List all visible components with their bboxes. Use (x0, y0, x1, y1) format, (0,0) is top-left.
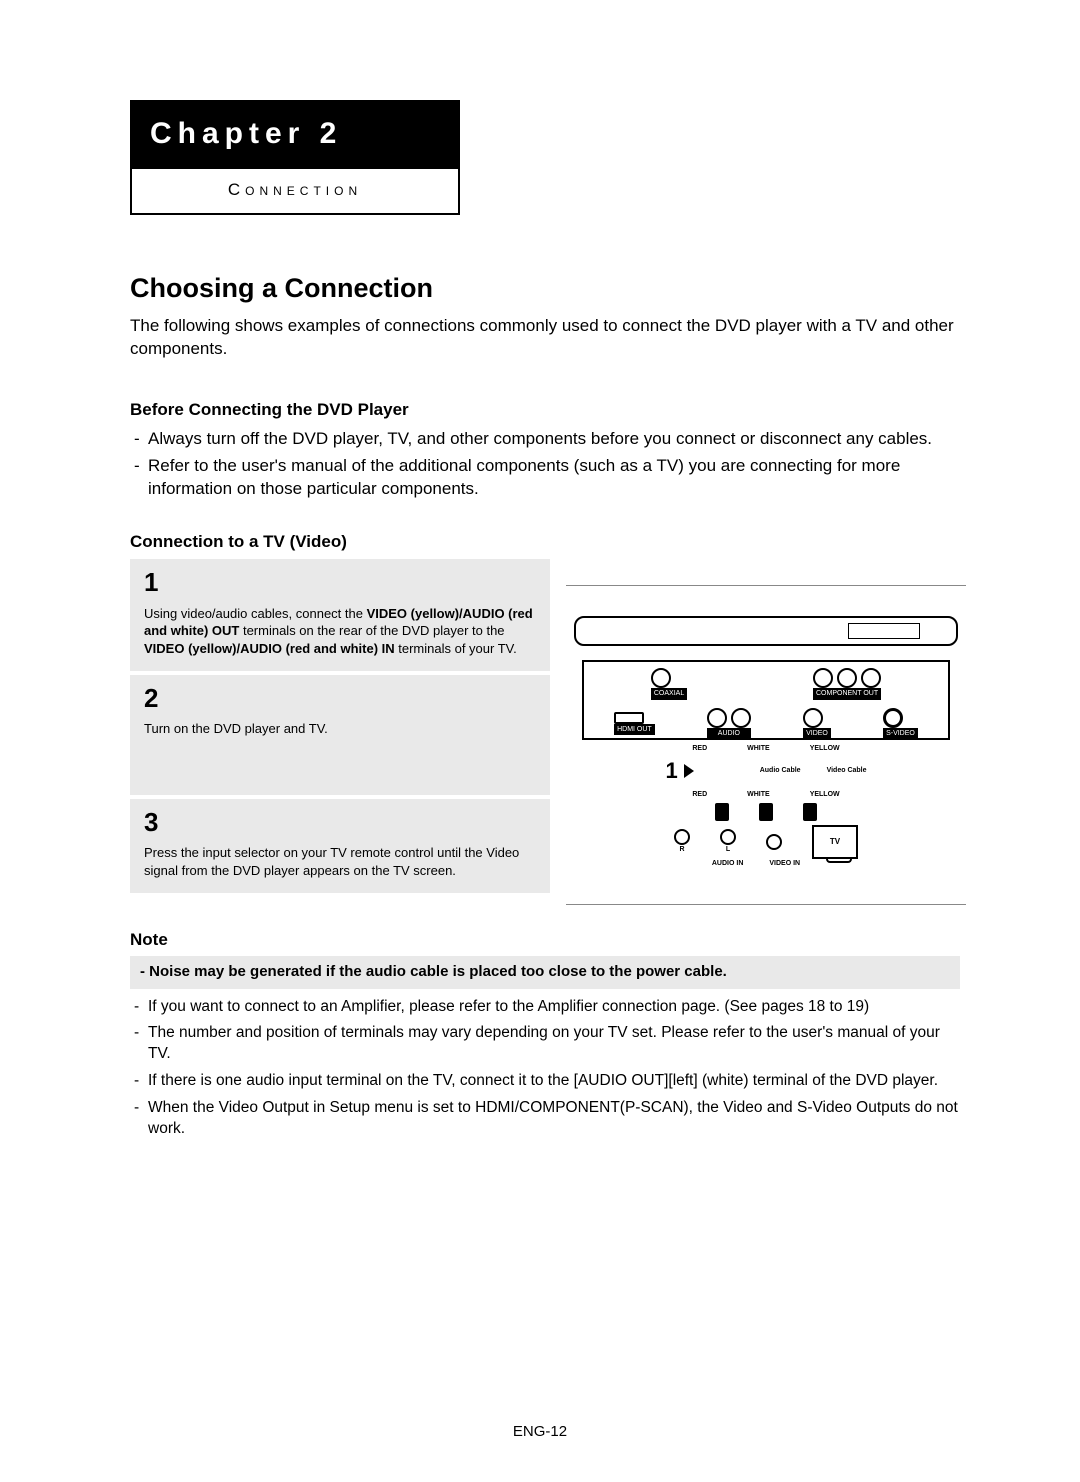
intro-text: The following shows examples of connecti… (130, 315, 960, 361)
chapter-label: Chapter 2 (132, 102, 458, 169)
color-red: RED (692, 744, 707, 753)
svideo-label: S-VIDEO (883, 728, 918, 739)
video-jack-icon (803, 708, 823, 728)
marker-number: 1 (665, 756, 677, 786)
cable-plug-icon (803, 803, 817, 821)
notes-list: If you want to connect to an Amplifier, … (130, 997, 960, 1141)
step-2: 2 Turn on the DVD player and TV. (130, 675, 550, 795)
text-fragment: terminals of your TV. (395, 641, 517, 656)
tv-label: TV (830, 837, 840, 848)
hdmi-label: HDMI OUT (614, 724, 655, 735)
step-1: 1 Using video/audio cables, connect the … (130, 559, 550, 671)
before-heading: Before Connecting the DVD Player (130, 399, 960, 422)
color-yellow: YELLOW (810, 744, 840, 753)
color-yellow: YELLOW (810, 790, 840, 799)
hdmi-port-icon (614, 712, 644, 724)
color-white: WHITE (747, 744, 770, 753)
l-label: L (720, 845, 736, 854)
r-label: R (674, 845, 690, 854)
audio-jack-icon (731, 708, 751, 728)
video-in-label: VIDEO IN (769, 859, 800, 868)
steps-area: 1 Using video/audio cables, connect the … (130, 559, 960, 893)
connection-heading: Connection to a TV (Video) (130, 531, 960, 554)
tv-jack-icon (720, 829, 736, 845)
audio-jack-icon (707, 708, 727, 728)
note-highlight: Noise may be generated if the audio cabl… (130, 956, 960, 988)
page-title: Choosing a Connection (130, 270, 960, 306)
coaxial-jack-icon (651, 668, 671, 688)
note-highlight-text: Noise may be generated if the audio cabl… (140, 963, 727, 980)
list-item: When the Video Output in Setup menu is s… (130, 1098, 960, 1140)
step-number: 2 (144, 681, 540, 716)
step-text: Press the input selector on your TV remo… (144, 844, 540, 879)
text-fragment: Using video/audio cables, connect the (144, 606, 367, 621)
dvd-rear-illustration (574, 616, 958, 646)
step-number: 1 (144, 565, 540, 600)
video-cable-label: Video Cable (827, 766, 867, 775)
text-fragment: terminals on the rear of the DVD player … (239, 623, 504, 638)
component-label: COMPONENT OUT (813, 688, 881, 699)
list-item: Refer to the user's manual of the additi… (130, 455, 960, 501)
audio-label: AUDIO (707, 728, 751, 739)
component-jack-icon (837, 668, 857, 688)
chapter-subtitle: Connection (132, 169, 458, 214)
bold-fragment: VIDEO (yellow)/AUDIO (red and white) IN (144, 641, 395, 656)
cable-plug-icon (759, 803, 773, 821)
step-text: Turn on the DVD player and TV. (144, 720, 540, 738)
tv-jack-icon (674, 829, 690, 845)
cable-plug-icon (715, 803, 729, 821)
note-heading: Note (130, 929, 960, 952)
component-jack-icon (861, 668, 881, 688)
chapter-box: Chapter 2 Connection (130, 100, 460, 215)
connection-diagram: COAXIAL COMPONENT OUT HDMI OUT AUDIO (566, 585, 966, 905)
arrow-right-icon (684, 764, 694, 778)
list-item: The number and position of terminals may… (130, 1023, 960, 1065)
list-item: If there is one audio input terminal on … (130, 1071, 960, 1092)
page-number: ENG-12 (0, 1422, 1080, 1442)
tv-jack-icon (766, 834, 782, 850)
audio-in-label: AUDIO IN (712, 859, 744, 868)
coaxial-label: COAXIAL (651, 688, 687, 699)
list-item: If you want to connect to an Amplifier, … (130, 997, 960, 1018)
direction-marker: 1 Audio Cable Video Cable (566, 756, 966, 786)
before-list: Always turn off the DVD player, TV, and … (130, 428, 960, 501)
step-3: 3 Press the input selector on your TV re… (130, 799, 550, 893)
step-text: Using video/audio cables, connect the VI… (144, 605, 540, 658)
video-label: VIDEO (803, 728, 831, 739)
step-number: 3 (144, 805, 540, 840)
list-item: Always turn off the DVD player, TV, and … (130, 428, 960, 451)
audio-cable-label: Audio Cable (760, 766, 801, 775)
svideo-jack-icon (883, 708, 903, 728)
component-jack-icon (813, 668, 833, 688)
color-red: RED (692, 790, 707, 799)
port-panel: COAXIAL COMPONENT OUT HDMI OUT AUDIO (582, 660, 950, 740)
tv-icon: TV (812, 825, 858, 859)
color-white: WHITE (747, 790, 770, 799)
